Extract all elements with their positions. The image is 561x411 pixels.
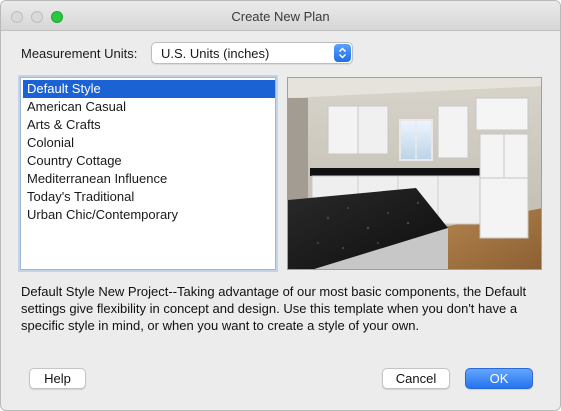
style-item-colonial[interactable]: Colonial xyxy=(23,134,275,152)
style-item-urban-chic-contemporary[interactable]: Urban Chic/Contemporary xyxy=(23,206,275,224)
cancel-button[interactable]: Cancel xyxy=(382,368,450,389)
style-item-arts-crafts[interactable]: Arts & Crafts xyxy=(23,116,275,134)
title-bar[interactable]: Create New Plan xyxy=(1,1,560,31)
measurement-units-select[interactable]: U.S. Units (inches) xyxy=(151,42,353,64)
create-new-plan-dialog: Create New Plan Measurement Units: U.S. … xyxy=(0,0,561,411)
style-item-default-style[interactable]: Default Style xyxy=(23,80,275,98)
kitchen-render-graphic xyxy=(288,78,541,269)
style-item-country-cottage[interactable]: Country Cottage xyxy=(23,152,275,170)
style-item-american-casual[interactable]: American Casual xyxy=(23,98,275,116)
style-item-todays-traditional[interactable]: Today's Traditional xyxy=(23,188,275,206)
help-button[interactable]: Help xyxy=(29,368,86,389)
style-preview-image xyxy=(287,77,542,270)
style-description: Default Style New Project--Taking advant… xyxy=(21,284,527,333)
measurement-units-label: Measurement Units: xyxy=(21,46,138,61)
style-list[interactable]: Default Style American Casual Arts & Cra… xyxy=(20,77,276,270)
style-item-mediterranean-influence[interactable]: Mediterranean Influence xyxy=(23,170,275,188)
chevron-updown-icon xyxy=(334,44,351,62)
window-title: Create New Plan xyxy=(231,9,330,24)
measurement-units-value: U.S. Units (inches) xyxy=(161,46,270,61)
ok-button[interactable]: OK xyxy=(465,368,533,389)
